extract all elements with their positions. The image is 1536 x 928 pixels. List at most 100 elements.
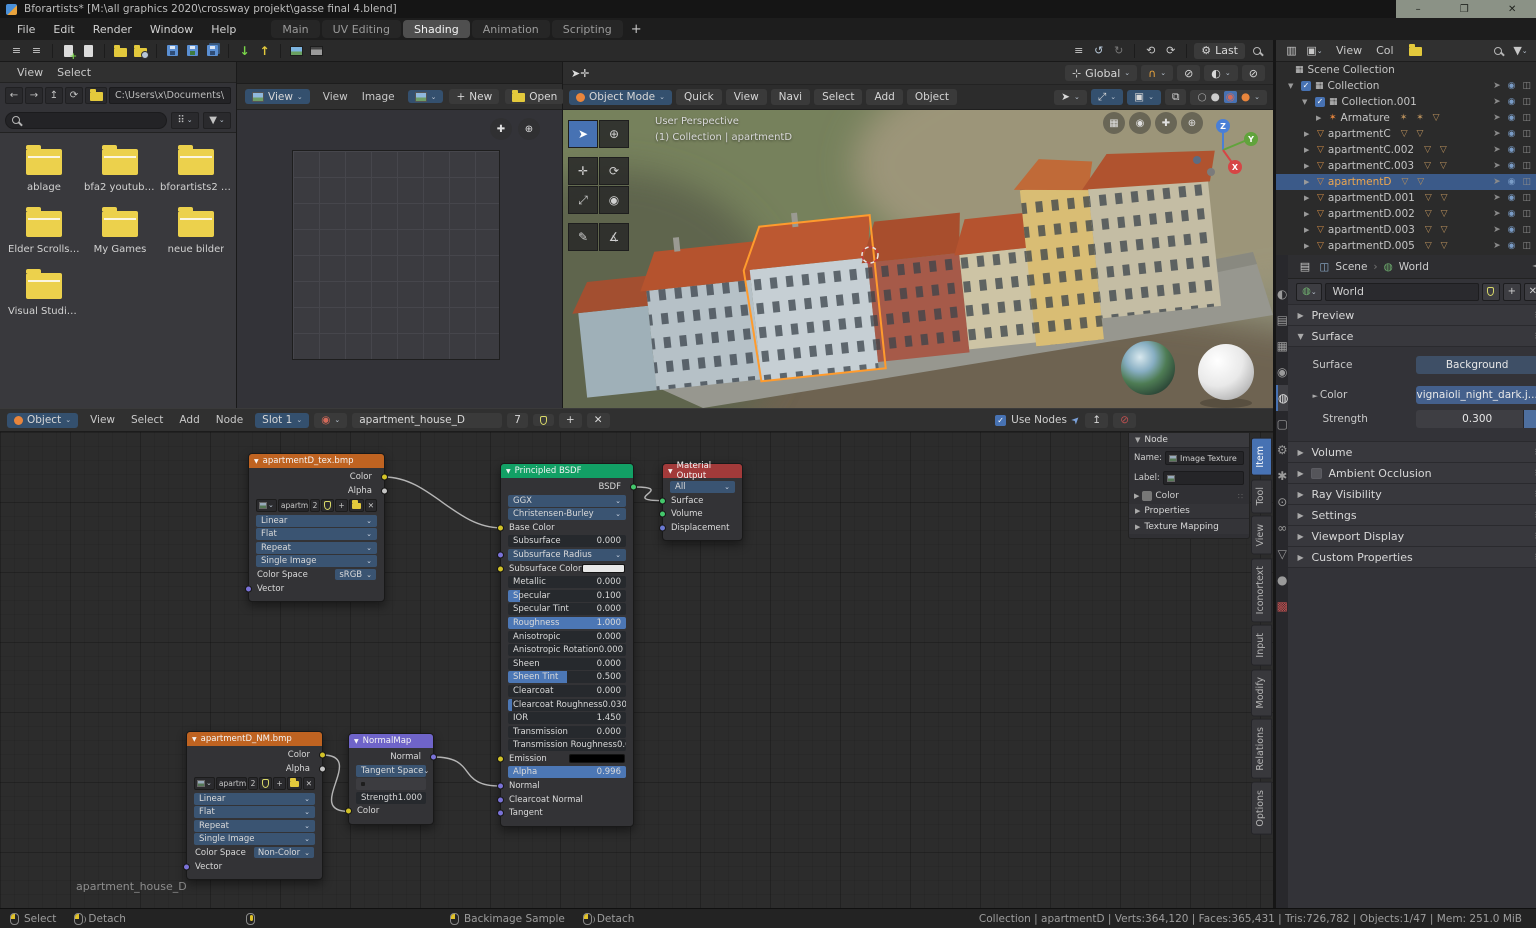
selectable-icon[interactable]: ➤ [1493, 97, 1501, 107]
save-icon[interactable] [164, 43, 181, 59]
users-count-button[interactable]: 7 [507, 413, 528, 428]
render-visibility-icon[interactable]: ◫ [1522, 145, 1531, 155]
node-row[interactable]: Single Image [194, 833, 315, 845]
expand-icon[interactable]: ▶ [1304, 226, 1313, 234]
outliner-item-label[interactable]: apartmentC.002 [1328, 144, 1414, 156]
unlink-icon[interactable]: ✕ [303, 777, 315, 790]
selectable-icon[interactable]: ➤ [1493, 113, 1501, 123]
node-row[interactable]: Strength 1.000 [356, 792, 426, 804]
search-icon[interactable] [1489, 43, 1506, 59]
input-socket[interactable] [659, 497, 666, 504]
normal-map-node[interactable]: ▼NormalMap Normal Ta [348, 733, 434, 825]
node-row[interactable]: Repeat [256, 542, 377, 554]
node-color-swatch[interactable] [1142, 491, 1152, 501]
menu-item[interactable]: Window [141, 21, 202, 38]
output-socket[interactable] [430, 754, 437, 761]
properties-panel-header[interactable]: ▶ Ambient Occlusion ⠿ [1288, 463, 1536, 484]
input-socket[interactable] [345, 808, 352, 815]
image-browse-icon[interactable]: ⌄ [194, 777, 215, 790]
output-socket[interactable] [630, 484, 637, 491]
mode-dropdown[interactable]: Object Mode⌄ [569, 90, 672, 105]
node-row[interactable]: Vector [256, 583, 377, 595]
expand-icon[interactable]: ▶ [1304, 242, 1313, 250]
node-row[interactable]: Tangent Space [356, 765, 426, 777]
maximize-button[interactable]: ❐ [1460, 4, 1469, 15]
last-operator-button[interactable]: ⚙Last [1194, 43, 1245, 59]
display-mode-dropdown[interactable]: ▣⌄ [1306, 43, 1323, 59]
editor-type-button[interactable]: View⌄ [245, 89, 310, 104]
close-button[interactable]: ✕ [1508, 4, 1516, 15]
menu-item[interactable]: Add [866, 89, 902, 105]
transform-tool[interactable]: ◉ [599, 186, 629, 214]
menu-item[interactable]: View [10, 65, 50, 80]
input-socket[interactable] [659, 511, 666, 518]
hide-icon[interactable]: ◉ [1508, 81, 1516, 91]
expand-icon[interactable]: ▼ [1288, 82, 1297, 90]
menu-item[interactable]: Object [907, 89, 957, 105]
folder-item[interactable]: bforartists2 b... [160, 149, 232, 193]
sidebar-tab[interactable]: Iconortext [1251, 558, 1272, 622]
node-row[interactable]: Color Space Non-Color [194, 847, 315, 859]
create-folder-icon[interactable] [85, 87, 107, 104]
collection-checkbox[interactable]: ✓ [1301, 81, 1311, 91]
redo-icon[interactable]: ↻ [1110, 43, 1127, 59]
node-row[interactable]: Flat [256, 528, 377, 540]
node-row[interactable]: Volume [670, 508, 735, 520]
properties-panel-header[interactable]: ▶ Custom Properties ⠿ [1288, 547, 1536, 568]
properties-tab[interactable]: ◍ [1276, 385, 1288, 411]
menu-item[interactable]: Select [814, 89, 862, 105]
node-row[interactable]: Linear [256, 515, 377, 527]
fake-user-button[interactable] [1482, 283, 1500, 301]
world-browse-button[interactable]: ◍⌄ [1296, 283, 1322, 301]
node-row[interactable]: Metallic 0.000 [508, 576, 626, 588]
menu-item[interactable]: Help [202, 21, 245, 38]
hide-icon[interactable]: ◉ [1508, 241, 1516, 251]
world-name-field[interactable]: World [1325, 283, 1478, 301]
workspace-tab[interactable]: Scripting [552, 20, 623, 38]
menu-item[interactable]: Render [84, 21, 141, 38]
menu-item[interactable]: View [726, 89, 767, 105]
workspace-tab[interactable]: Shading [403, 20, 470, 38]
render-visibility-icon[interactable]: ◫ [1522, 161, 1531, 171]
node-row[interactable]: Linear [194, 793, 315, 805]
hide-icon[interactable]: ◉ [1508, 177, 1516, 187]
render-visibility-icon[interactable]: ◫ [1522, 97, 1531, 107]
outliner-row[interactable]: ▶ ✓ apartmentC.002 ▽ ▽ ➤ ◉ ◫ [1276, 142, 1536, 158]
filter-icon[interactable]: ▼⌄ [1512, 43, 1529, 59]
repeat-icon[interactable]: ⟳ [1162, 43, 1179, 59]
import-icon[interactable]: ↓ [236, 43, 253, 59]
menu-item[interactable]: Quick [676, 89, 722, 105]
material-preview-icon[interactable]: ◉ [1224, 91, 1237, 103]
node-row[interactable]: Transmission Roughness 0.000 [508, 739, 626, 751]
node-row[interactable]: Alpha [256, 485, 377, 497]
image-texture-node[interactable]: ▼apartmentD_NM.bmp Color [186, 731, 323, 880]
selectable-icon[interactable]: ➤ [1493, 225, 1501, 235]
driver-chip[interactable] [1523, 410, 1536, 428]
snap-magnet-icon[interactable]: ∩⌄ [1141, 65, 1173, 81]
hide-icon[interactable]: ◉ [1508, 225, 1516, 235]
outliner-item-label[interactable]: apartmentD [1328, 176, 1392, 188]
image-texture-node[interactable]: ▼apartmentD_tex.bmp Color [248, 453, 385, 602]
outliner-item-label[interactable]: apartmentD.003 [1328, 224, 1415, 236]
hide-icon[interactable]: ◉ [1508, 129, 1516, 139]
workspace-tab[interactable]: Main [271, 20, 319, 38]
zoom-icon[interactable]: ⊕ [518, 118, 540, 140]
selectable-icon[interactable]: ➤ [1493, 129, 1501, 139]
output-socket[interactable] [381, 487, 388, 494]
outliner-item-label[interactable]: apartmentC [1328, 128, 1391, 140]
input-socket[interactable] [497, 810, 504, 817]
outliner-item-label[interactable]: apartmentD.001 [1328, 192, 1415, 204]
new-collection-icon[interactable] [1407, 43, 1424, 59]
folder-item[interactable]: Visual Studio ... [8, 273, 80, 317]
cursor-tool[interactable]: ⊕ [599, 120, 629, 148]
node-row[interactable]: Flat [194, 806, 315, 818]
pin-icon[interactable]: ➤ [1069, 413, 1083, 427]
material-name-field[interactable]: apartment_house_D [352, 413, 502, 428]
selectable-icon[interactable]: ➤ [1493, 145, 1501, 155]
outliner-item-label[interactable]: apartmentD.005 [1328, 240, 1415, 252]
outliner-row[interactable]: ▶ ✓ apartmentD.002 ▽ ▽ ➤ ◉ ◫ [1276, 206, 1536, 222]
path-field[interactable]: C:\Users\x\Documents\ [109, 87, 231, 104]
open-folder-icon[interactable] [112, 43, 129, 59]
outliner-row[interactable]: ✓ Scene Collection ➤ ◉ ◫ [1276, 62, 1536, 78]
properties-tab[interactable]: ◉ [1276, 359, 1288, 385]
